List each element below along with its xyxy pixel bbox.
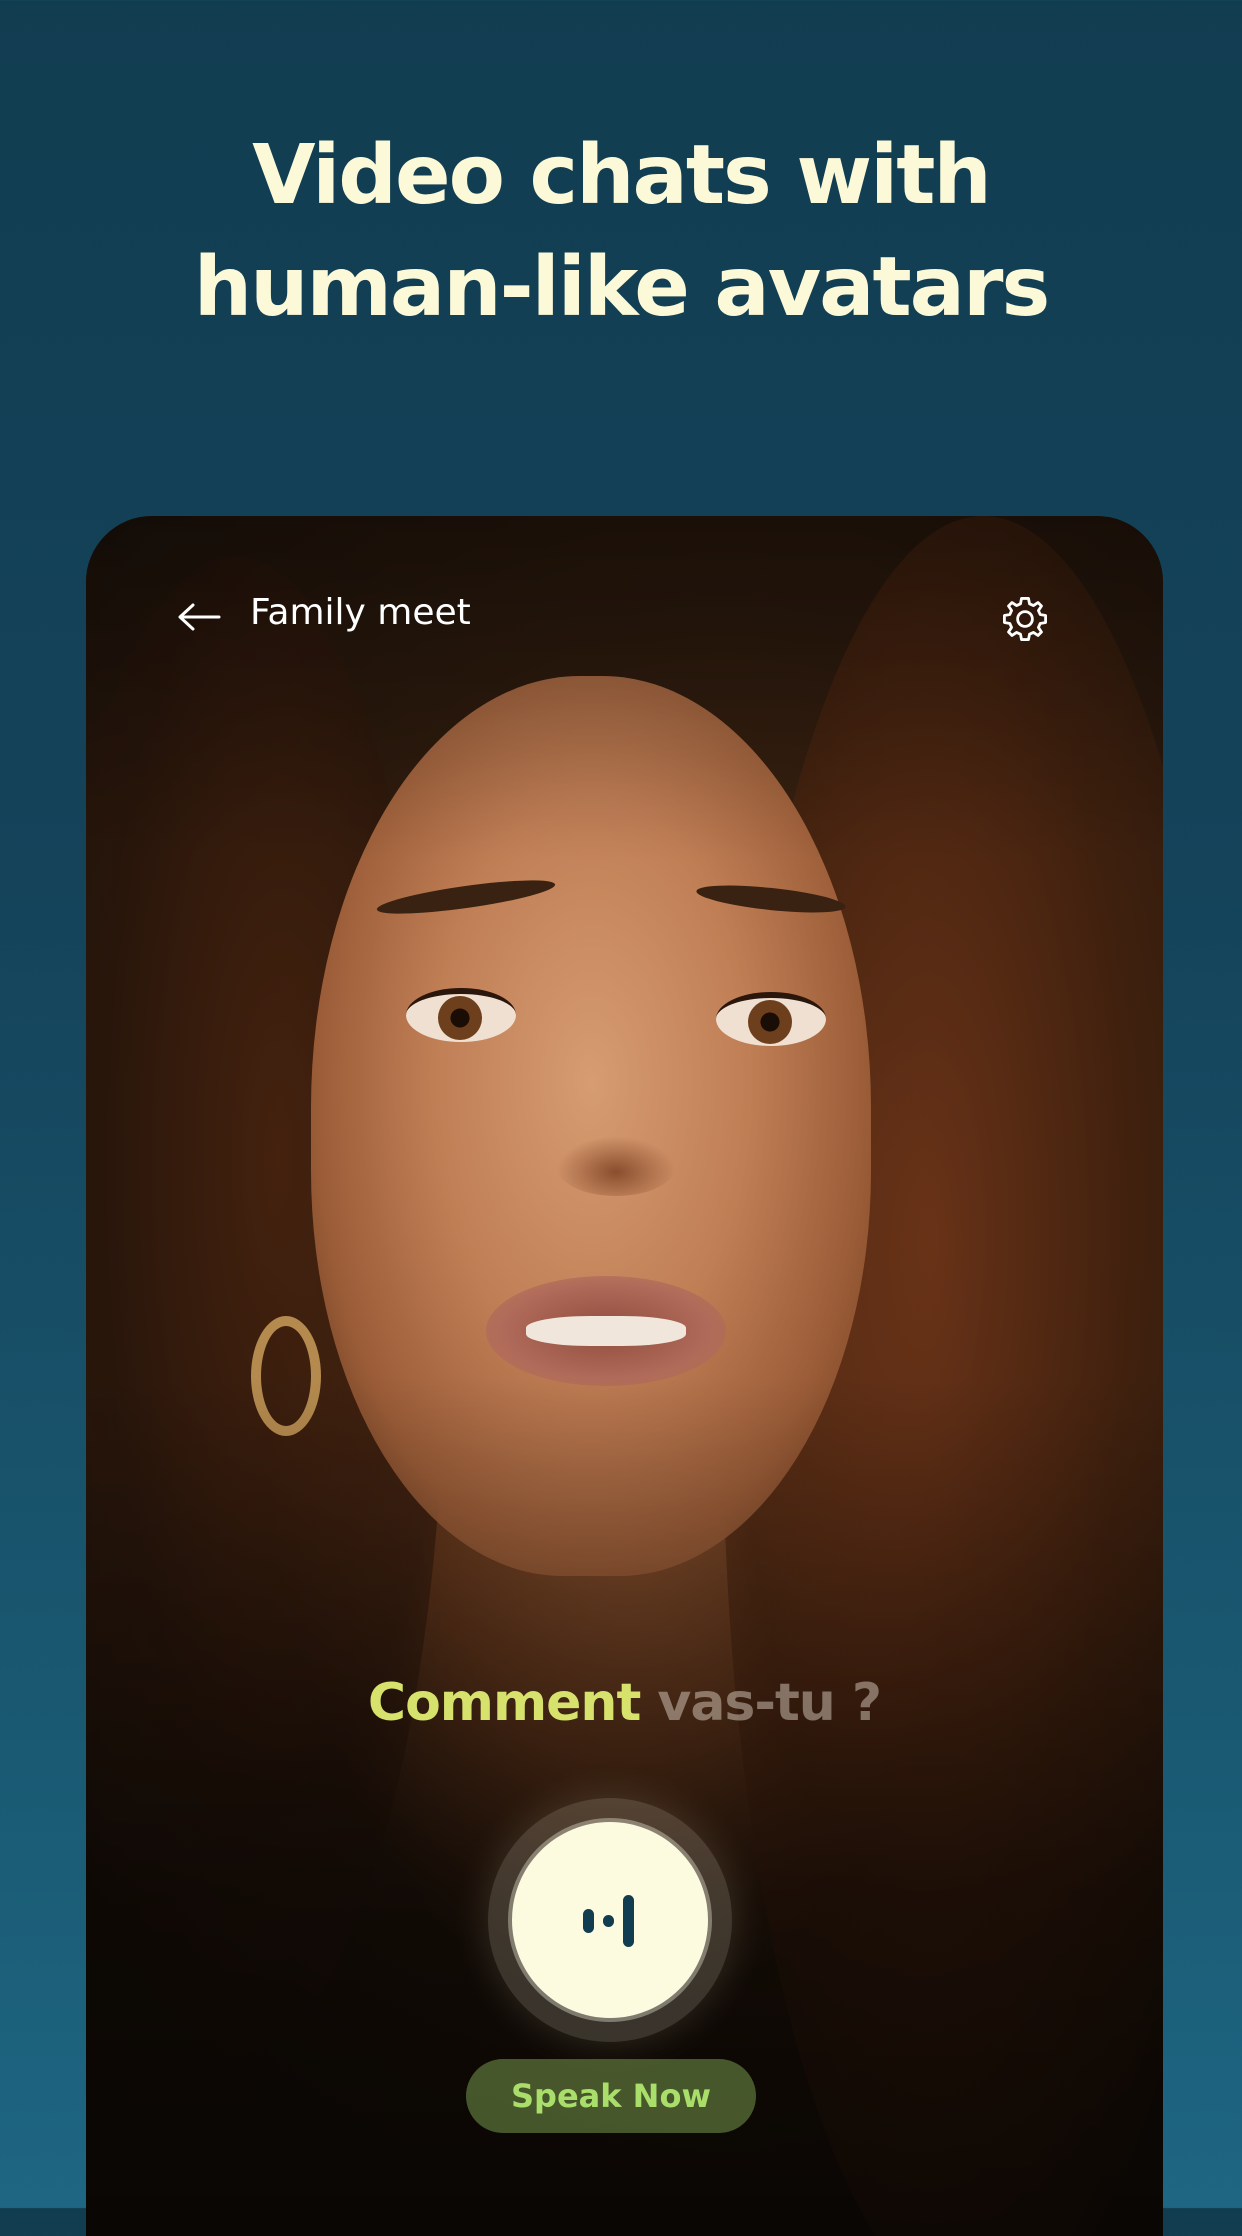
speak-now-button[interactable]: Speak Now — [466, 2059, 756, 2133]
live-caption: Comment vas-tu ? — [86, 1668, 1163, 1738]
call-header: Family meet — [86, 516, 1163, 696]
back-button[interactable] — [174, 592, 224, 642]
gear-icon — [1003, 597, 1047, 641]
caption-spoken-text: Comment — [367, 1673, 641, 1733]
call-title: Family meet — [250, 592, 471, 633]
mic-button[interactable] — [512, 1822, 708, 2018]
headline-line-2: human-like avatars — [193, 240, 1051, 335]
headline-line-1: Video chats with — [252, 128, 992, 223]
audio-waveform-icon — [583, 1895, 634, 1947]
settings-button[interactable] — [990, 584, 1060, 654]
headline: Video chats with human-like avatars — [0, 120, 1242, 344]
video-call-screen: Family meet Comment vas-tu ? Speak Now — [86, 516, 1163, 2236]
arrow-left-icon — [178, 603, 221, 631]
caption-pending-text: vas-tu ? — [657, 1673, 882, 1733]
